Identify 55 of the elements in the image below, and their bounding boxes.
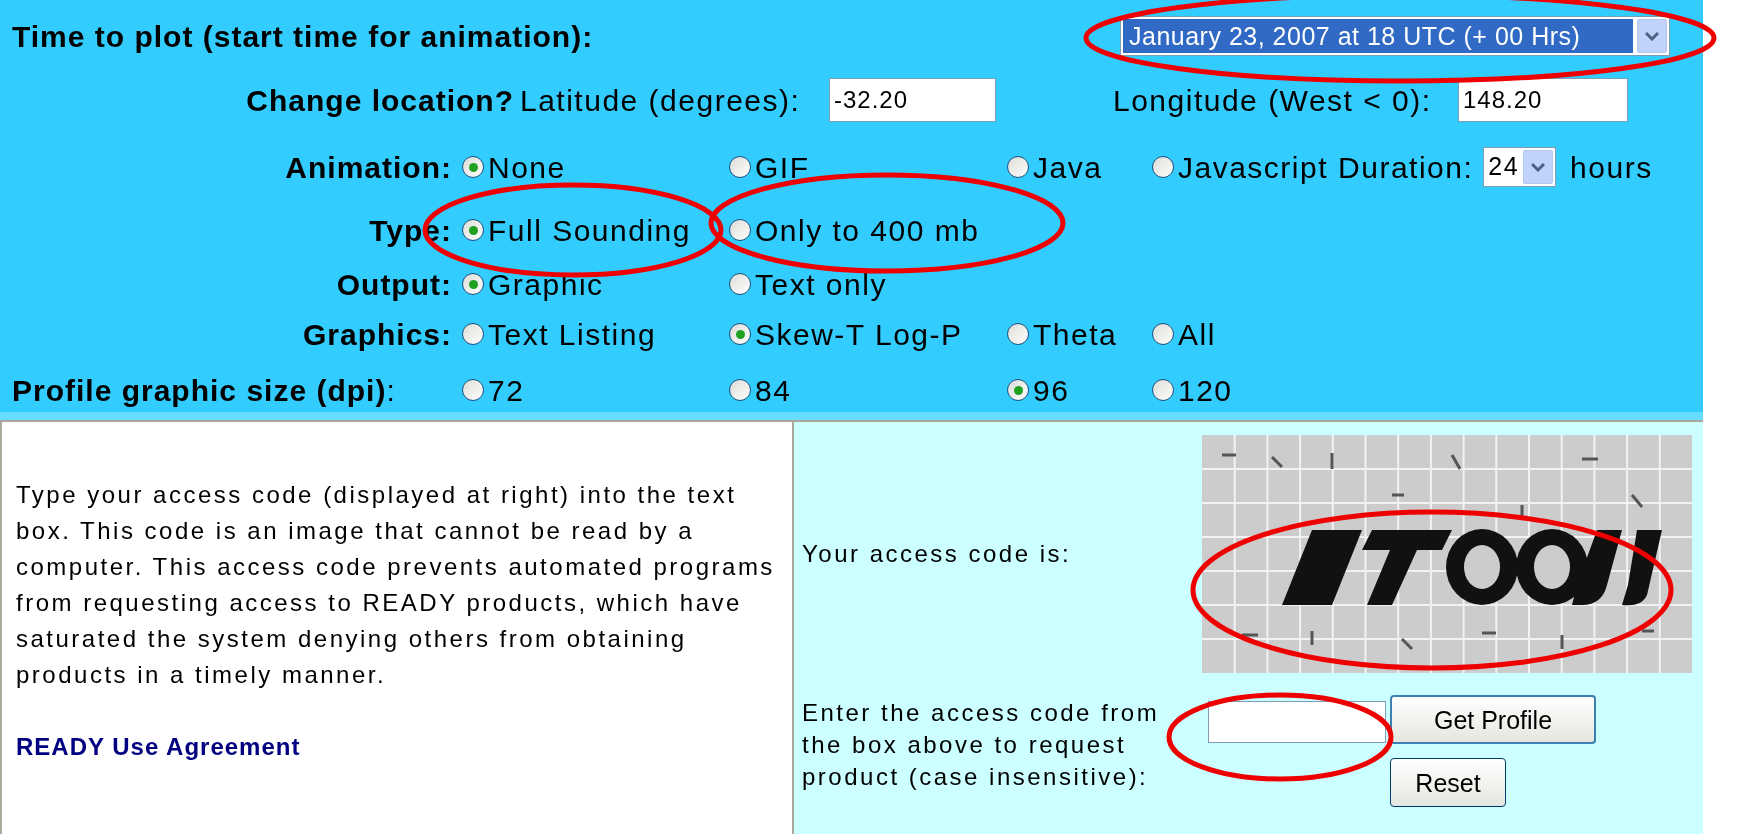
option-label: Java: [1033, 149, 1103, 186]
radio-button[interactable]: [729, 219, 751, 241]
option-label: 72: [488, 372, 525, 409]
field-label: Duration:: [1338, 149, 1474, 186]
get-profile-button[interactable]: Get Profile: [1390, 695, 1596, 744]
field-label: Change location?: [245, 82, 514, 119]
radio-button[interactable]: [729, 323, 751, 345]
field-label: Latitude (degrees):: [520, 82, 802, 119]
option-label: All: [1178, 316, 1216, 353]
text-field[interactable]: 148.20: [1458, 78, 1628, 122]
option-label: Text Listing: [488, 316, 657, 353]
field-label: Graphics:: [301, 316, 452, 353]
field-label: Your access code is:: [802, 539, 1073, 569]
radio-button[interactable]: [462, 323, 484, 345]
info-text: Type your access code (displayed at right) into the text box. This code is an image that cannot be read by a computer. This access code prevents automated programs from requesting access to READY products, which have saturated the system denying others from obtaining products in a timely manner.: [16, 480, 776, 690]
radio-button[interactable]: [1007, 379, 1029, 401]
text-field[interactable]: [1208, 701, 1386, 743]
radio-button[interactable]: [1152, 379, 1174, 401]
option-label: Text only: [755, 266, 887, 303]
option-label: Only to 400 mb: [755, 212, 980, 249]
unit-label: hours: [1570, 149, 1653, 186]
caret-icon: [1523, 150, 1554, 184]
time-select[interactable]: January 23, 2007 at 18 UTC (+ 00 Hrs): [1120, 16, 1670, 56]
option-label: Graphic: [488, 266, 604, 303]
option-label: 120: [1178, 372, 1233, 409]
radio-button[interactable]: [729, 156, 751, 178]
field-label: Longitude (West < 0):: [1113, 82, 1433, 119]
option-label: Javascript: [1178, 149, 1329, 186]
reset-button[interactable]: Reset: [1390, 758, 1506, 807]
option-label: 84: [755, 372, 792, 409]
radio-button[interactable]: [462, 379, 484, 401]
field-label: Time to plot (start time for animation):: [12, 18, 595, 55]
text-field[interactable]: -32.20: [829, 78, 996, 122]
field-label: Output:: [335, 266, 452, 303]
radio-button[interactable]: [729, 379, 751, 401]
radio-button[interactable]: [729, 273, 751, 295]
caret-icon: [1637, 19, 1667, 53]
option-label: Skew-T Log-P: [755, 316, 963, 353]
radio-button[interactable]: [1152, 156, 1174, 178]
field-label: Animation:: [284, 149, 452, 186]
option-label: None: [488, 149, 566, 186]
option-label: Theta: [1033, 316, 1118, 353]
radio-button[interactable]: [462, 219, 484, 241]
duration-select[interactable]: 24: [1483, 147, 1557, 187]
radio-button[interactable]: [1007, 323, 1029, 345]
agreement-link[interactable]: READY Use Agreement: [16, 729, 301, 765]
radio-button[interactable]: [1007, 156, 1029, 178]
radio-button[interactable]: [462, 273, 484, 295]
radio-button[interactable]: [1152, 323, 1174, 345]
option-label: Full Sounding: [488, 212, 691, 249]
field-label: Profile graphic size (dpi):: [11, 372, 397, 409]
instruction-text: Enter the access code from the box above to request product (case insensitive):: [802, 698, 1161, 792]
option-label: GIF: [755, 149, 810, 186]
radio-button[interactable]: [462, 156, 484, 178]
option-label: 96: [1033, 372, 1070, 409]
